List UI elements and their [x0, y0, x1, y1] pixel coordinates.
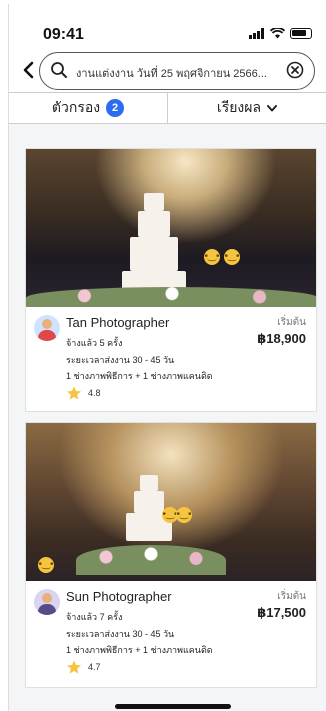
price-label: เริ่มต้น: [277, 591, 306, 602]
phone-screen: 09:41 งานแต่งงาน วันที่ 25 พฤศจิกายน 256…: [8, 4, 326, 711]
filter-label: ตัวกรอง: [51, 99, 101, 115]
price: ฿17,500: [257, 605, 306, 620]
rating-value: 4.8: [88, 388, 101, 398]
search-icon: [51, 62, 67, 78]
card-info: Sun Photographer จ้างแล้ว 7 ครั้ง ระยะเว…: [26, 581, 316, 687]
signal-icon: [249, 28, 265, 39]
price: ฿18,900: [257, 331, 306, 346]
star-icon: [67, 386, 81, 400]
clear-search-button[interactable]: [286, 61, 304, 79]
card-info: Tan Photographer จ้างแล้ว 5 ครั้ง ระยะเว…: [26, 307, 316, 413]
back-button[interactable]: [21, 58, 37, 82]
hired-count: จ้างแล้ว 5 ครั้ง: [66, 338, 123, 348]
filter-count-badge: 2: [106, 99, 125, 117]
search-input[interactable]: งานแต่งงาน วันที่ 25 พฤศจิกายน 2566...: [39, 52, 315, 90]
delivery-time: ระยะเวลาส่งงาน 30 - 45 วัน: [66, 629, 175, 639]
delivery-time: ระยะเวลาส่งงาน 30 - 45 วัน: [66, 355, 175, 365]
face-emoji-icon: •‿•: [38, 557, 54, 573]
star-icon: [67, 660, 81, 674]
price-label: เริ่มต้น: [277, 317, 306, 328]
face-emoji-icon: •‿•: [204, 249, 220, 265]
team-info: 1 ช่างภาพพิธีการ + 1 ช่างภาพแคนดิด: [66, 645, 213, 655]
avatar: [34, 315, 60, 341]
sort-button[interactable]: เรียงผล: [168, 93, 326, 123]
search-row: งานแต่งงาน วันที่ 25 พฤศจิกายน 2566...: [9, 48, 326, 92]
home-indicator[interactable]: [115, 704, 231, 709]
search-query-text: งานแต่งงาน วันที่ 25 พฤศจิกายน 2566...: [76, 68, 267, 80]
filter-button[interactable]: ตัวกรอง 2: [9, 93, 168, 123]
team-info: 1 ช่างภาพพิธีการ + 1 ช่างภาพแคนดิด: [66, 371, 213, 381]
avatar: [34, 589, 60, 615]
face-emoji-icon: •‿•: [176, 507, 192, 523]
wedding-photo: •‿• •‿• •‿•: [26, 423, 316, 581]
face-emoji-icon: •‿•: [224, 249, 240, 265]
hired-count: จ้างแล้ว 7 ครั้ง: [66, 612, 123, 622]
photographer-card[interactable]: •‿• •‿• Tan Photographer จ้างแล้ว 5 ครั้…: [25, 148, 317, 412]
chevron-down-icon: [267, 104, 278, 111]
sort-label: เรียงผล: [216, 99, 262, 115]
wedding-photo: •‿• •‿•: [26, 149, 316, 307]
battery-icon: [290, 28, 312, 39]
status-time: 09:41: [43, 26, 84, 43]
rating-value: 4.7: [88, 662, 101, 672]
rating: 4.8: [66, 385, 101, 401]
filter-sort-toolbar: ตัวกรอง 2 เรียงผล: [9, 92, 326, 124]
wifi-icon: [270, 28, 285, 39]
photographer-name: Tan Photographer: [66, 315, 170, 330]
status-bar: 09:41: [9, 4, 326, 48]
photographer-name: Sun Photographer: [66, 589, 172, 604]
photographer-card[interactable]: •‿• •‿• •‿• Sun Photographer จ้างแล้ว 7 …: [25, 422, 317, 688]
rating: 4.7: [66, 659, 101, 675]
status-icons: [249, 28, 312, 39]
